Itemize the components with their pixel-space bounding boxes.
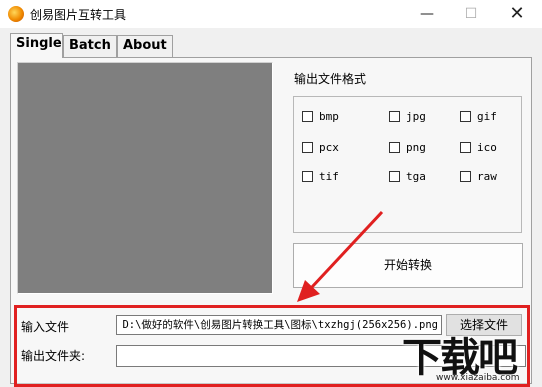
image-preview <box>17 62 273 294</box>
checkbox-box[interactable] <box>302 111 313 122</box>
watermark-logo: 下载吧 www.xiazaiba.com <box>396 325 542 387</box>
checkbox-box[interactable] <box>302 171 313 182</box>
close-button[interactable]: ✕ <box>494 0 540 28</box>
input-file-value: D:\做好的软件\创易图片转换工具\图标\txzhgj(256x256).png <box>122 319 438 331</box>
watermark-url: www.xiazaiba.com <box>436 373 520 383</box>
output-format-group: bmp jpg gif pcx png ico tif tga raw <box>293 96 522 233</box>
checkbox-box[interactable] <box>389 171 400 182</box>
window-title: 创易图片互转工具 <box>30 8 127 22</box>
checkbox-box[interactable] <box>389 111 400 122</box>
tab-about[interactable]: About <box>117 35 173 57</box>
input-file-field[interactable]: D:\做好的软件\创易图片转换工具\图标\txzhgj(256x256).png <box>116 315 442 335</box>
app-icon <box>8 6 24 22</box>
checkbox-box[interactable] <box>302 142 313 153</box>
tab-batch[interactable]: Batch <box>63 35 117 57</box>
minimize-button[interactable]: — <box>404 0 450 28</box>
input-file-label: 输入文件 <box>21 320 70 334</box>
checkbox-box[interactable] <box>460 142 471 153</box>
maximize-button[interactable]: ☐ <box>448 0 494 28</box>
checkbox-box[interactable] <box>389 142 400 153</box>
title-bar: 创易图片互转工具 — ☐ ✕ <box>0 0 542 28</box>
checkbox-box[interactable] <box>460 111 471 122</box>
tab-single[interactable]: Single <box>10 33 63 58</box>
start-convert-button[interactable]: 开始转换 <box>293 243 523 288</box>
output-folder-label: 输出文件夹: <box>21 349 86 363</box>
checkbox-box[interactable] <box>460 171 471 182</box>
output-format-label: 输出文件格式 <box>294 72 367 86</box>
